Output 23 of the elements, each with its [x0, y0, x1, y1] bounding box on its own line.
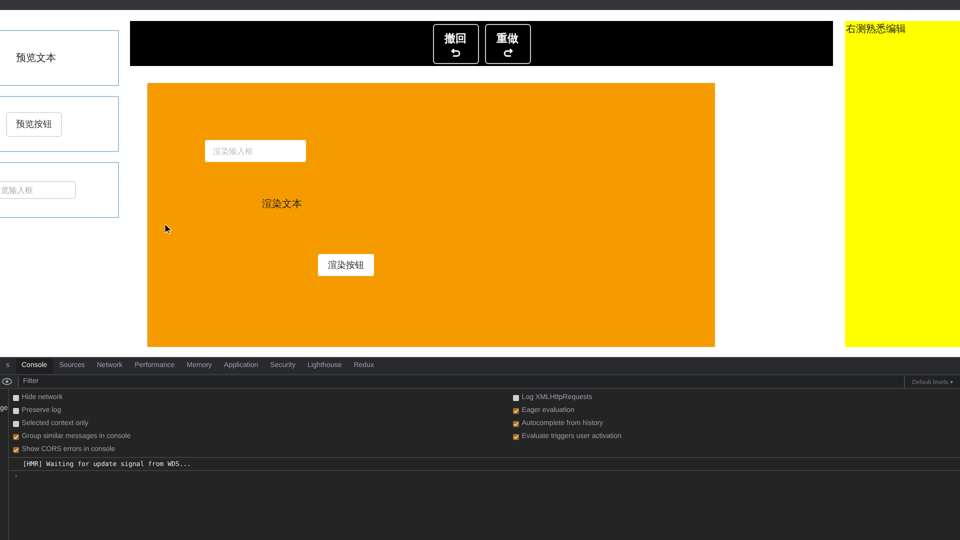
checkbox[interactable]: [512, 408, 519, 414]
checkbox[interactable]: [12, 420, 19, 426]
canvas-button[interactable]: 渲染按钮: [318, 254, 374, 276]
preview-input[interactable]: 览输入框: [0, 181, 76, 199]
preview-text: 预览文本: [16, 52, 56, 65]
undo-button[interactable]: 撤回: [432, 24, 478, 64]
panel-title: 右测熟悉编辑: [845, 22, 908, 36]
canvas-input[interactable]: 渲染输入框: [204, 140, 306, 162]
canvas-text: 渲染文本: [262, 198, 302, 211]
redo-button[interactable]: 重做: [484, 24, 530, 64]
checkbox[interactable]: [12, 408, 19, 414]
console-prompt[interactable]: ›: [8, 471, 960, 480]
mouse-pointer-icon: [164, 224, 172, 234]
redo-icon: [502, 48, 512, 56]
checkbox[interactable]: [512, 394, 519, 400]
checkbox[interactable]: [512, 434, 519, 440]
eye-icon[interactable]: [2, 378, 12, 385]
checkbox[interactable]: [12, 434, 19, 440]
checkbox[interactable]: [12, 446, 19, 452]
checkbox[interactable]: [12, 394, 19, 400]
undo-icon: [450, 48, 460, 56]
preview-button[interactable]: 预览按钮: [6, 112, 62, 136]
checkbox[interactable]: [512, 420, 519, 426]
